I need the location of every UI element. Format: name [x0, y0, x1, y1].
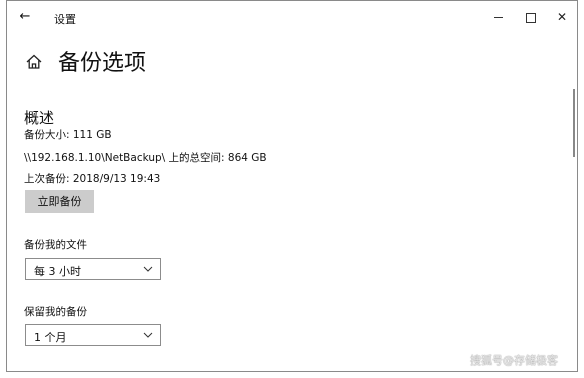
keep-backups-dropdown[interactable]: 1 个月 — [25, 324, 161, 346]
window-title: 设置 — [54, 13, 76, 26]
close-icon: ✕ — [556, 10, 568, 24]
chevron-down-icon — [143, 266, 153, 272]
backup-frequency-label: 备份我的文件 — [24, 239, 87, 251]
watermark: 搜狐号@存储极客 — [470, 354, 558, 367]
settings-window: ← 设置 ✕ 备份选项 概述 备份大小: 111 GB \\192.168.1.… — [6, 0, 578, 372]
keep-backups-label: 保留我的备份 — [24, 306, 87, 318]
backup-frequency-value: 每 3 小时 — [34, 265, 81, 278]
backup-frequency-dropdown[interactable]: 每 3 小时 — [25, 258, 161, 280]
arrow-left-icon: ← — [19, 9, 31, 24]
chevron-down-icon — [143, 332, 153, 338]
backup-now-button[interactable]: 立即备份 — [25, 190, 94, 213]
maximize-button[interactable] — [520, 7, 542, 27]
page-title: 备份选项 — [58, 51, 147, 76]
title-bar: ← 设置 ✕ — [7, 1, 577, 35]
maximize-icon — [526, 12, 536, 23]
scrollbar[interactable] — [573, 89, 575, 157]
back-button[interactable]: ← — [17, 9, 33, 25]
total-space-text: \\192.168.1.10\NetBackup\ 上的总空间: 864 GB — [24, 152, 267, 164]
minimize-icon — [493, 17, 503, 18]
home-icon[interactable] — [25, 53, 43, 71]
minimize-button[interactable] — [487, 7, 509, 27]
close-button[interactable]: ✕ — [551, 7, 573, 27]
keep-backups-value: 1 个月 — [34, 331, 67, 344]
backup-size-text: 备份大小: 111 GB — [24, 129, 112, 141]
last-backup-text: 上次备份: 2018/9/13 19:43 — [24, 173, 161, 185]
overview-heading: 概述 — [24, 109, 55, 127]
